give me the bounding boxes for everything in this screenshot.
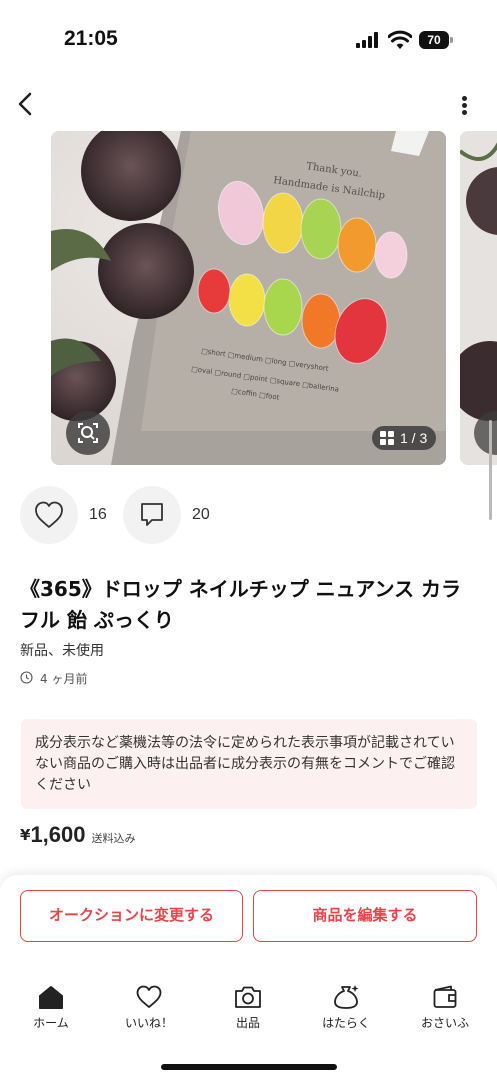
signal-icon xyxy=(356,32,382,48)
tab-sell-label: 出品 xyxy=(235,1016,260,1030)
home-icon xyxy=(39,986,63,1009)
price-amount: 1,600 xyxy=(30,822,86,847)
home-indicator[interactable] xyxy=(161,1064,337,1070)
comment-button[interactable] xyxy=(123,486,181,544)
ingredient-notice: 成分表示など薬機法等の法令に定められた表示事項が記載されていない商品のご購入時は… xyxy=(21,719,477,809)
tab-home-label: ホーム xyxy=(33,1016,69,1030)
tab-wallet-label: おさいふ xyxy=(420,1016,469,1030)
battery-icon: 70 xyxy=(419,31,453,49)
change-to-auction-button[interactable]: オークションに変更する xyxy=(20,890,243,942)
price-symbol: ¥ xyxy=(20,826,31,844)
page-indicator-text: 1 / 3 xyxy=(400,430,428,446)
back-arrow-icon[interactable] xyxy=(12,90,40,118)
clock-icon xyxy=(20,671,33,684)
tab-bar: ホーム いいね！ 出品 はたらく おさいふ xyxy=(0,978,497,1038)
tab-work-label: はたらく xyxy=(322,1016,370,1030)
money-bag-icon xyxy=(334,985,359,1009)
status-time: 21:05 xyxy=(64,27,118,50)
heart-outline-icon xyxy=(35,501,63,528)
tab-home[interactable]: ホーム xyxy=(11,978,91,1038)
more-options-icon[interactable] xyxy=(455,92,475,118)
price: ¥1,600 送料込み xyxy=(20,822,136,848)
product-condition: 新品、未使用 xyxy=(20,643,104,659)
image-search-button[interactable] xyxy=(66,411,110,455)
grid-icon xyxy=(380,431,394,445)
product-title: 《365》ドロップ ネイルチップ ニュアンス カラフル 飴 ぷっくり xyxy=(20,577,462,632)
wallet-icon xyxy=(433,985,457,1008)
camera-icon xyxy=(235,986,261,1008)
comment-count: 20 xyxy=(192,506,210,523)
like-count: 16 xyxy=(89,506,107,523)
image-page-indicator[interactable]: 1 / 3 xyxy=(372,426,436,450)
tab-work[interactable]: はたらく xyxy=(306,978,386,1038)
product-image[interactable]: Thank you. Handmade is Nailchip □short □… xyxy=(51,131,446,465)
battery-level: 70 xyxy=(419,31,449,49)
posted-time: 4 ヶ月前 xyxy=(20,670,87,687)
scrollbar[interactable] xyxy=(489,420,492,520)
like-button[interactable] xyxy=(20,486,78,544)
shipping-label: 送料込み xyxy=(91,832,136,845)
status-bar: 21:05 70 xyxy=(0,0,497,78)
tab-sell[interactable]: 出品 xyxy=(208,978,288,1038)
tab-wallet[interactable]: おさいふ xyxy=(405,978,485,1038)
edit-product-button[interactable]: 商品を編集する xyxy=(253,890,477,942)
posted-time-text: 4 ヶ月前 xyxy=(40,672,88,686)
tab-likes-label: いいね！ xyxy=(124,1016,173,1030)
tab-likes[interactable]: いいね！ xyxy=(109,978,189,1038)
scan-icon xyxy=(78,423,98,443)
heart-icon xyxy=(136,985,162,1008)
comment-icon xyxy=(141,503,163,526)
wifi-icon xyxy=(388,30,412,49)
